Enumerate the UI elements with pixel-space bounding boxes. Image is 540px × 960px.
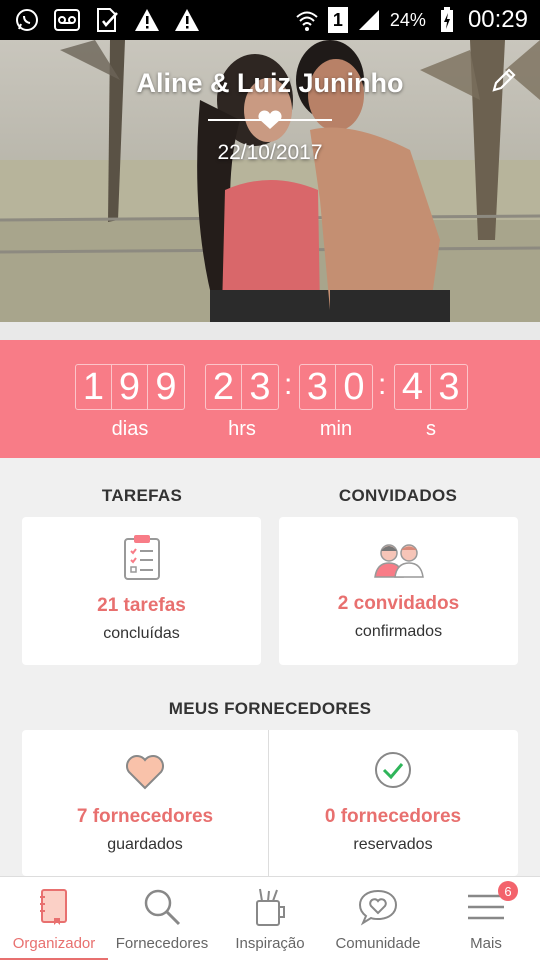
seconds-digit: 3: [438, 365, 460, 408]
booked-vendors-status: reservados: [353, 836, 433, 853]
booked-vendors[interactable]: 0 fornecedores reservados: [269, 730, 517, 876]
guests-couple-icon: [373, 544, 424, 578]
chat-heart-icon: [356, 885, 400, 929]
saved-vendors-count: 7 fornecedores: [76, 806, 214, 827]
wedding-countdown: 1 9 9 dias 2 3 hrs : 3 0 min : 4 3 s: [0, 340, 540, 458]
days-digit: 9: [112, 365, 148, 409]
countdown-days: 1 9 9 dias: [75, 364, 185, 441]
saved-vendors[interactable]: 7 fornecedores guardados: [22, 730, 269, 876]
status-bar: 1 24% 00:29: [0, 0, 540, 40]
countdown-seconds: 4 3 s: [394, 364, 468, 441]
guests-count: 2 convidados: [337, 593, 460, 614]
tasks-section-title: TAREFAS: [101, 486, 183, 505]
countdown-minutes: 3 0 min: [299, 364, 373, 441]
wifi-icon: [294, 7, 320, 33]
tasks-card[interactable]: 21 tarefas concluídas: [22, 517, 261, 665]
check-circle-icon: [375, 752, 411, 788]
nav-organizador[interactable]: Organizador: [0, 877, 108, 960]
heart-icon: [126, 755, 164, 790]
battery-charging-icon: [434, 7, 460, 33]
vendors-section-title: MEUS FORNECEDORES: [168, 699, 372, 718]
days-label: dias: [111, 418, 149, 440]
signal-icon: [356, 7, 382, 33]
tasks-count: 21 tarefas: [97, 595, 186, 616]
countdown-separator: :: [378, 368, 387, 401]
voicemail-icon: [54, 7, 80, 33]
warning-icon: [174, 7, 200, 33]
couple-names: Aline & Luiz Juninho: [136, 68, 404, 98]
nav-label: Fornecedores: [115, 935, 209, 952]
notification-badge: 6: [498, 881, 518, 901]
edit-pencil-icon[interactable]: [490, 66, 518, 94]
nav-label: Comunidade: [335, 935, 421, 952]
cup-icon: [248, 885, 292, 929]
nav-label: Mais: [470, 935, 502, 952]
heart-divider-icon: [208, 110, 332, 129]
minutes-digit: 3: [300, 365, 336, 409]
tasks-status: concluídas: [103, 625, 180, 642]
warning-icon: [134, 7, 160, 33]
battery-percent: 24%: [389, 9, 426, 30]
hours-label: hrs: [228, 418, 256, 440]
clock: 00:29: [467, 6, 528, 33]
saved-vendors-status: guardados: [107, 836, 183, 853]
sim-slot-indicator: 1: [327, 7, 348, 33]
nav-label: Organizador: [12, 935, 96, 952]
booked-vendors-count: 0 fornecedores: [324, 806, 462, 827]
divider: [0, 322, 540, 340]
checklist-clipboard-icon: [123, 535, 160, 580]
guests-status: confirmados: [354, 623, 443, 640]
days-digit: 9: [155, 365, 177, 408]
hours-digit: 2: [206, 365, 242, 409]
notebook-icon: [32, 885, 76, 929]
nav-fornecedores[interactable]: Fornecedores: [108, 877, 216, 960]
nav-comunidade[interactable]: Comunidade: [324, 877, 432, 960]
minutes-digit: 0: [343, 365, 365, 408]
whatsapp-icon: [14, 7, 40, 33]
wedding-date: 22/10/2017: [217, 141, 323, 164]
days-digit: 1: [76, 365, 112, 409]
guests-card[interactable]: 2 convidados confirmados: [279, 517, 518, 665]
couple-cover-photo[interactable]: Aline & Luiz Juninho 22/10/2017: [0, 40, 540, 322]
nav-inspiracao[interactable]: Inspiração: [216, 877, 324, 960]
nav-label: Inspiração: [235, 935, 305, 952]
hours-digit: 3: [249, 365, 271, 408]
guests-section-title: CONVIDADOS: [338, 486, 458, 505]
countdown-separator: :: [284, 368, 293, 401]
nav-mais[interactable]: 6 Mais: [432, 877, 540, 960]
search-icon: [140, 885, 184, 929]
vendors-card: 7 fornecedores guardados 0 fornecedores …: [22, 730, 518, 876]
seconds-digit: 4: [395, 365, 431, 409]
bottom-navigation: Organizador Fornecedores Inspiração Comu…: [0, 876, 540, 960]
seconds-label: s: [426, 418, 436, 440]
minutes-label: min: [319, 418, 353, 440]
countdown-hours: 2 3 hrs: [205, 364, 279, 441]
sim-check-icon: [94, 7, 120, 33]
